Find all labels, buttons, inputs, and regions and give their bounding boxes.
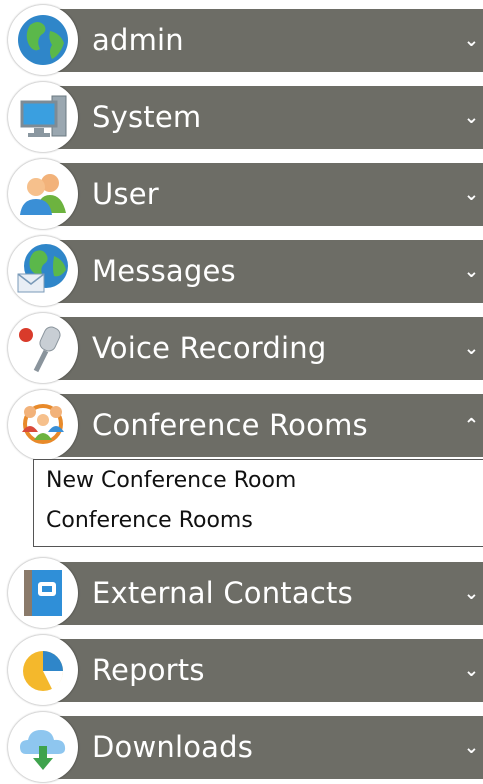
chevron-up-icon[interactable]: ⌃ xyxy=(464,394,479,457)
chevron-down-icon[interactable]: ⌄ xyxy=(464,639,479,702)
computer-icon xyxy=(8,82,78,152)
phonebook-icon xyxy=(8,558,78,628)
chevron-down-icon[interactable]: ⌄ xyxy=(464,86,479,149)
conference-icon xyxy=(8,390,78,460)
chevron-down-icon[interactable]: ⌄ xyxy=(464,240,479,303)
chevron-down-icon[interactable]: ⌄ xyxy=(464,317,479,380)
menu-item-label: Conference Rooms xyxy=(92,408,368,442)
menu-item-label: External Contacts xyxy=(92,576,353,610)
menu-bar[interactable]: External Contacts ⌄ xyxy=(40,562,483,625)
menu-item-label: Messages xyxy=(92,254,236,288)
menu-bar[interactable]: Reports ⌄ xyxy=(40,639,483,702)
menu-item-reports[interactable]: Reports ⌄ xyxy=(0,635,483,707)
menu-bar[interactable]: Downloads ⌄ xyxy=(40,716,483,779)
menu-item-label: Downloads xyxy=(92,730,254,764)
microphone-icon xyxy=(8,313,78,383)
menu-item-label: Reports xyxy=(92,653,205,687)
conference-rooms-link[interactable]: Conference Rooms xyxy=(46,508,253,533)
chevron-down-icon[interactable]: ⌄ xyxy=(464,562,479,625)
menu-item-conference-rooms[interactable]: Conference Rooms ⌃ xyxy=(0,390,483,462)
chevron-down-icon[interactable]: ⌄ xyxy=(464,716,479,779)
menu-item-label: Voice Recording xyxy=(92,331,327,365)
globe-mail-icon xyxy=(8,236,78,306)
pie-chart-icon xyxy=(8,635,78,705)
menu-item-label: admin xyxy=(92,23,184,57)
menu-item-messages[interactable]: Messages ⌄ xyxy=(0,236,483,308)
menu-item-label: User xyxy=(92,177,159,211)
menu-bar[interactable]: Messages ⌄ xyxy=(40,240,483,303)
menu-item-label: System xyxy=(92,100,202,134)
menu-item-admin[interactable]: admin ⌄ xyxy=(0,5,483,77)
users-icon xyxy=(8,159,78,229)
conference-submenu: New Conference Room Conference Rooms xyxy=(33,459,483,547)
menu-item-system[interactable]: System ⌄ xyxy=(0,82,483,154)
menu-item-downloads[interactable]: Downloads ⌄ xyxy=(0,712,483,784)
menu-bar[interactable]: Conference Rooms ⌃ xyxy=(40,394,483,457)
menu-bar[interactable]: Voice Recording ⌄ xyxy=(40,317,483,380)
chevron-down-icon[interactable]: ⌄ xyxy=(464,9,479,72)
chevron-down-icon[interactable]: ⌄ xyxy=(464,163,479,226)
menu-bar[interactable]: System ⌄ xyxy=(40,86,483,149)
globe-icon xyxy=(8,5,78,75)
menu-item-voice-recording[interactable]: Voice Recording ⌄ xyxy=(0,313,483,385)
cloud-download-icon xyxy=(8,712,78,782)
new-conference-room-link[interactable]: New Conference Room xyxy=(46,468,296,493)
menu-bar[interactable]: admin ⌄ xyxy=(40,9,483,72)
menu-item-external-contacts[interactable]: External Contacts ⌄ xyxy=(0,558,483,630)
menu-item-user[interactable]: User ⌄ xyxy=(0,159,483,231)
menu-bar[interactable]: User ⌄ xyxy=(40,163,483,226)
